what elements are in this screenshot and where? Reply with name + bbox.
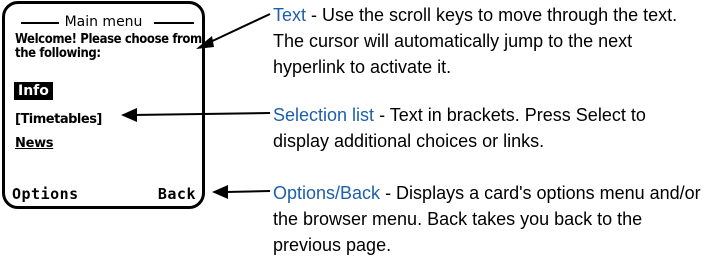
text-term: Text	[273, 5, 307, 25]
selection-list-term: Selection list	[273, 105, 375, 125]
options-back-term: Options/Back	[273, 183, 381, 203]
selection-list-description: Selection list - Text in brackets. Press…	[273, 102, 703, 154]
selection-callout-line	[131, 112, 271, 116]
text-explanation: - Use the scroll keys to move through th…	[273, 5, 678, 77]
softkey-callout-line	[225, 190, 271, 193]
text-callout-line	[205, 13, 271, 45]
selection-callout-arrow	[121, 108, 137, 122]
softkey-callout-arrow	[212, 185, 228, 199]
text-description: Text - Use the scroll keys to move throu…	[273, 2, 703, 80]
options-back-description: Options/Back - Displays a card's options…	[273, 180, 703, 258]
text-callout-arrow	[196, 36, 214, 49]
